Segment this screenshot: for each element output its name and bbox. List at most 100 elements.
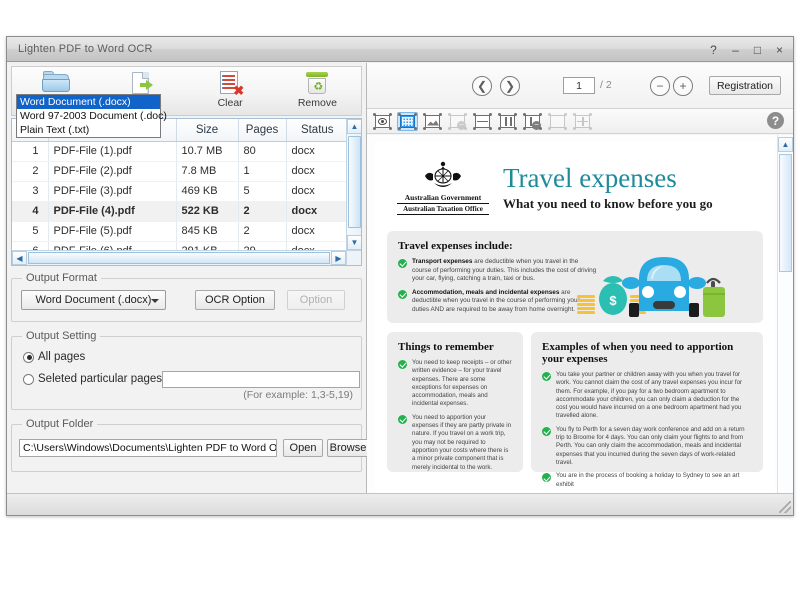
- cell-name: PDF-File (3).pdf: [48, 181, 176, 201]
- image-region-tool[interactable]: [422, 112, 443, 131]
- window-title: Lighten PDF to Word OCR: [18, 43, 153, 55]
- cell-size: 10.7 MB: [176, 141, 238, 161]
- preview-eye-tool[interactable]: [372, 112, 393, 131]
- document-cards-row: Things to remember You need to keep rece…: [387, 332, 763, 472]
- column-header-status[interactable]: Status: [286, 119, 348, 141]
- maximize-button[interactable]: □: [752, 44, 763, 56]
- remove-region-tool[interactable]: −: [447, 112, 468, 131]
- scroll-right-icon[interactable]: ▶: [331, 251, 346, 265]
- blank-region-tool: [547, 112, 568, 131]
- vertical-split-tool[interactable]: [497, 112, 518, 131]
- plus-circle-icon[interactable]: +: [673, 76, 693, 96]
- output-format-dropdown-list[interactable]: Word Document (.docx)Word 97-2003 Docume…: [16, 94, 161, 138]
- radio-all-pages-label: All pages: [38, 351, 85, 363]
- option-button: Option: [287, 290, 345, 310]
- chevron-right-icon[interactable]: ❯: [500, 76, 520, 96]
- page-number-input[interactable]: 1: [563, 77, 595, 94]
- column-header-pages[interactable]: Pages: [238, 119, 286, 141]
- chevron-left-icon[interactable]: ❮: [472, 76, 492, 96]
- remove-button[interactable]: ♻ Remove: [274, 67, 361, 115]
- radio-selected-pages[interactable]: Seleted particular pages: [23, 373, 162, 385]
- preview-scroll-up-icon[interactable]: ▲: [778, 137, 793, 152]
- table-row[interactable]: 2PDF-File (2).pdf7.8 MB1docx: [12, 161, 348, 181]
- scroll-down-icon[interactable]: ▼: [347, 235, 362, 250]
- dropdown-option[interactable]: Word Document (.docx): [17, 95, 160, 109]
- clear-button-label: Clear: [218, 97, 243, 109]
- window-body: Add Convert ✖: [7, 63, 793, 515]
- output-format-group: Output Format Word Document (.docx) OCR …: [11, 278, 362, 322]
- hscrollbar-thumb[interactable]: [28, 252, 330, 264]
- grid-region-tool[interactable]: [397, 112, 418, 131]
- card-include-bullets: Transport expenses are deductible when y…: [398, 258, 598, 315]
- check-circle-icon: [542, 473, 551, 482]
- output-setting-group: Output Setting All pages Seleted particu…: [11, 336, 362, 410]
- registration-button[interactable]: Registration: [709, 76, 781, 95]
- cell-name: PDF-File (1).pdf: [48, 141, 176, 161]
- cell-pages: 2: [238, 221, 286, 241]
- preview-scrollbar-thumb[interactable]: [779, 154, 792, 272]
- pdf-preview-area[interactable]: Australian Government Australian Taxatio…: [367, 135, 793, 515]
- cell-size: 522 KB: [176, 201, 238, 221]
- cell-pages: 5: [238, 181, 286, 201]
- document-subtitle: What you need to know before you go: [503, 196, 713, 212]
- column-header-size[interactable]: Size: [176, 119, 238, 141]
- resize-grip[interactable]: [779, 501, 791, 513]
- document-titles: Travel expenses What you need to know be…: [503, 161, 713, 212]
- cell-status: docx: [286, 201, 348, 221]
- dropdown-option[interactable]: Plain Text (.txt): [17, 123, 160, 137]
- scrollbar-corner: [346, 250, 361, 265]
- horizontal-split-tool[interactable]: [472, 112, 493, 131]
- card-things-to-remember: Things to remember You need to keep rece…: [387, 332, 523, 472]
- table-row[interactable]: 5PDF-File (5).pdf845 KB2docx: [12, 221, 348, 241]
- close-button[interactable]: ×: [774, 44, 785, 56]
- table-row[interactable]: 3PDF-File (3).pdf469 KB5docx: [12, 181, 348, 201]
- pages-hint-text: (For example: 1,3-5,19): [243, 389, 353, 401]
- check-circle-icon: [398, 259, 407, 268]
- cell-name: PDF-File (2).pdf: [48, 161, 176, 181]
- radio-all-pages-indicator: [23, 352, 34, 363]
- ocr-option-button[interactable]: OCR Option: [195, 290, 275, 310]
- scrollbar-thumb[interactable]: [348, 136, 361, 228]
- output-folder-group: Output Folder C:\Users\Windows\Documents…: [11, 424, 362, 472]
- file-list-vertical-scrollbar[interactable]: ▲ ▼: [346, 119, 361, 250]
- pages-input[interactable]: [162, 371, 360, 388]
- scroll-up-icon[interactable]: ▲: [347, 119, 362, 134]
- scroll-left-icon[interactable]: ◀: [12, 251, 27, 265]
- preview-vertical-scrollbar[interactable]: ▲ ▼: [777, 135, 792, 515]
- output-folder-legend: Output Folder: [22, 418, 97, 430]
- trash-icon: ♻: [302, 70, 332, 96]
- folder-icon: [41, 70, 71, 96]
- card-travel-expenses-include: Travel expenses include: Transport expen…: [387, 231, 763, 323]
- clear-button[interactable]: ✖ Clear: [187, 67, 274, 115]
- cell-no: 1: [12, 141, 48, 161]
- cell-status: docx: [286, 141, 348, 161]
- bullet-text: Accommodation, meals and incidental expe…: [412, 289, 598, 315]
- file-list-horizontal-scrollbar[interactable]: ◀ ▶: [12, 250, 346, 265]
- check-circle-icon: [398, 360, 407, 369]
- page-arrow-icon: [128, 70, 158, 96]
- file-list[interactable]: No. File name Size Pages Status 1PDF-Fil…: [11, 118, 362, 266]
- output-format-combo[interactable]: Word Document (.docx): [21, 290, 166, 310]
- dropdown-option[interactable]: Word 97-2003 Document (.doc): [17, 109, 160, 123]
- browse-folder-button[interactable]: Browse: [327, 439, 369, 457]
- remove-button-label: Remove: [298, 97, 337, 109]
- output-folder-path-input[interactable]: C:\Users\Windows\Documents\Lighten PDF t…: [19, 439, 277, 457]
- table-row[interactable]: 1PDF-File (1).pdf10.7 MB80docx: [12, 141, 348, 161]
- minimize-button[interactable]: –: [730, 44, 741, 56]
- document-title: Travel expenses: [503, 165, 713, 192]
- table-row[interactable]: 4PDF-File (4).pdf522 KB2docx: [12, 201, 348, 221]
- bullet-item: You are in the process of booking a holi…: [542, 472, 752, 489]
- status-strip: [7, 493, 793, 515]
- output-format-selected-value: Word Document (.docx): [36, 294, 152, 306]
- radio-all-pages[interactable]: All pages: [23, 351, 85, 363]
- question-mark-icon[interactable]: ?: [767, 112, 784, 129]
- cell-name: PDF-File (5).pdf: [48, 221, 176, 241]
- help-button[interactable]: ?: [708, 44, 719, 56]
- check-circle-icon: [542, 372, 551, 381]
- bullet-item: Accommodation, meals and incidental expe…: [398, 289, 598, 315]
- open-folder-button[interactable]: Open: [283, 439, 323, 457]
- radio-selected-pages-indicator: [23, 374, 34, 385]
- remove-split-tool[interactable]: −: [522, 112, 543, 131]
- minus-circle-icon[interactable]: −: [650, 76, 670, 96]
- left-pane: Add Convert ✖: [7, 63, 367, 515]
